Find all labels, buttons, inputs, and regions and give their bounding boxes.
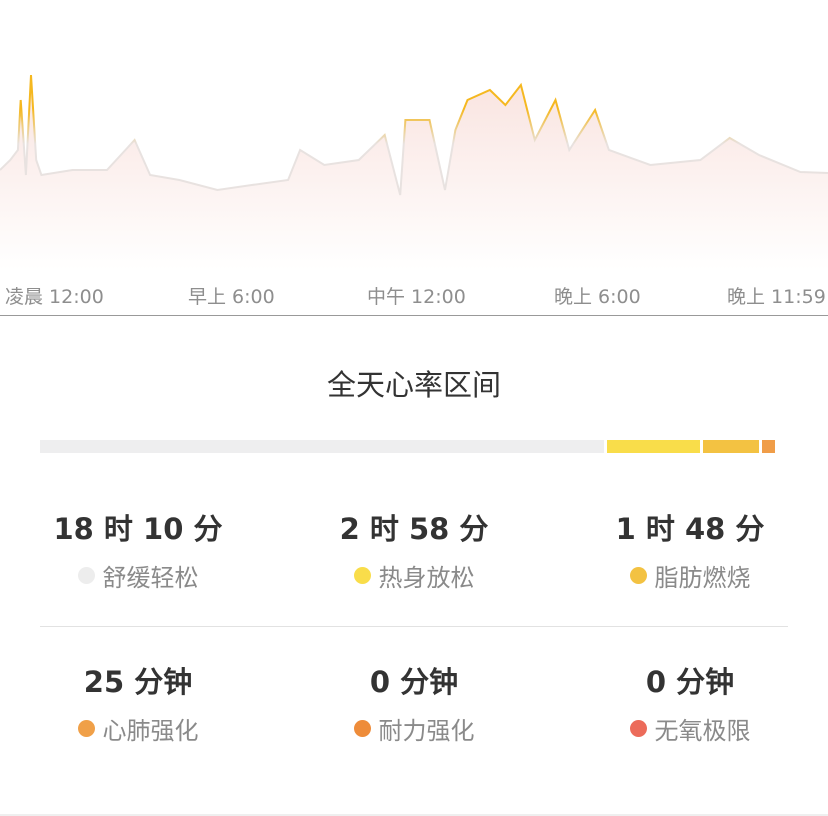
zone-duration: 2 时 58 分 — [339, 512, 489, 546]
zone-dot-icon — [353, 720, 371, 737]
zone-label: 舒缓轻松 — [102, 564, 199, 592]
zone-label: 热身放松 — [378, 564, 475, 592]
zone-duration: 18 时 10 分 — [53, 512, 223, 546]
heart-rate-area — [0, 75, 828, 270]
x-tick-label: 晚上 11:59 — [727, 286, 826, 308]
divider — [40, 626, 788, 627]
zone-dot-icon — [629, 567, 647, 584]
x-axis-line — [0, 315, 828, 316]
zone-duration: 0 分钟 — [369, 665, 459, 699]
zone-stat: 0 分钟 耐力强化 — [276, 659, 552, 746]
x-tick-label: 中午 12:00 — [367, 286, 466, 308]
zone-stat: 18 时 10 分 舒缓轻松 — [0, 506, 276, 593]
zone-duration: 25 分钟 — [83, 665, 193, 699]
zone-stat: 0 分钟 无氧极限 — [552, 659, 828, 746]
zone-bar-segment — [702, 440, 760, 453]
zone-duration: 0 分钟 — [645, 665, 735, 699]
zone-bar-segment — [606, 440, 700, 453]
zone-label: 耐力强化 — [378, 717, 475, 745]
zone-dot-icon — [353, 567, 371, 584]
zone-bar-segment — [40, 440, 604, 453]
zone-stat: 25 分钟 心肺强化 — [0, 659, 276, 746]
zone-dot-icon — [629, 720, 647, 737]
zone-stat: 2 时 58 分 热身放松 — [276, 506, 552, 593]
section-title: 全天心率区间 — [326, 368, 501, 402]
x-tick-label: 晚上 6:00 — [554, 286, 641, 308]
x-tick-label: 早上 6:00 — [188, 286, 275, 308]
x-tick-label: 凌晨 12:00 — [5, 286, 104, 308]
zone-dot-icon — [77, 720, 95, 737]
zone-label: 无氧极限 — [654, 717, 751, 745]
zone-bar-segment — [762, 440, 775, 453]
heart-rate-chart — [0, 74, 828, 270]
zone-label: 脂肪燃烧 — [654, 564, 751, 592]
zone-duration: 1 时 48 分 — [615, 512, 765, 546]
zone-stat: 1 时 48 分 脂肪燃烧 — [552, 506, 828, 593]
zone-dot-icon — [77, 567, 95, 584]
zone-label: 心肺强化 — [102, 717, 199, 745]
